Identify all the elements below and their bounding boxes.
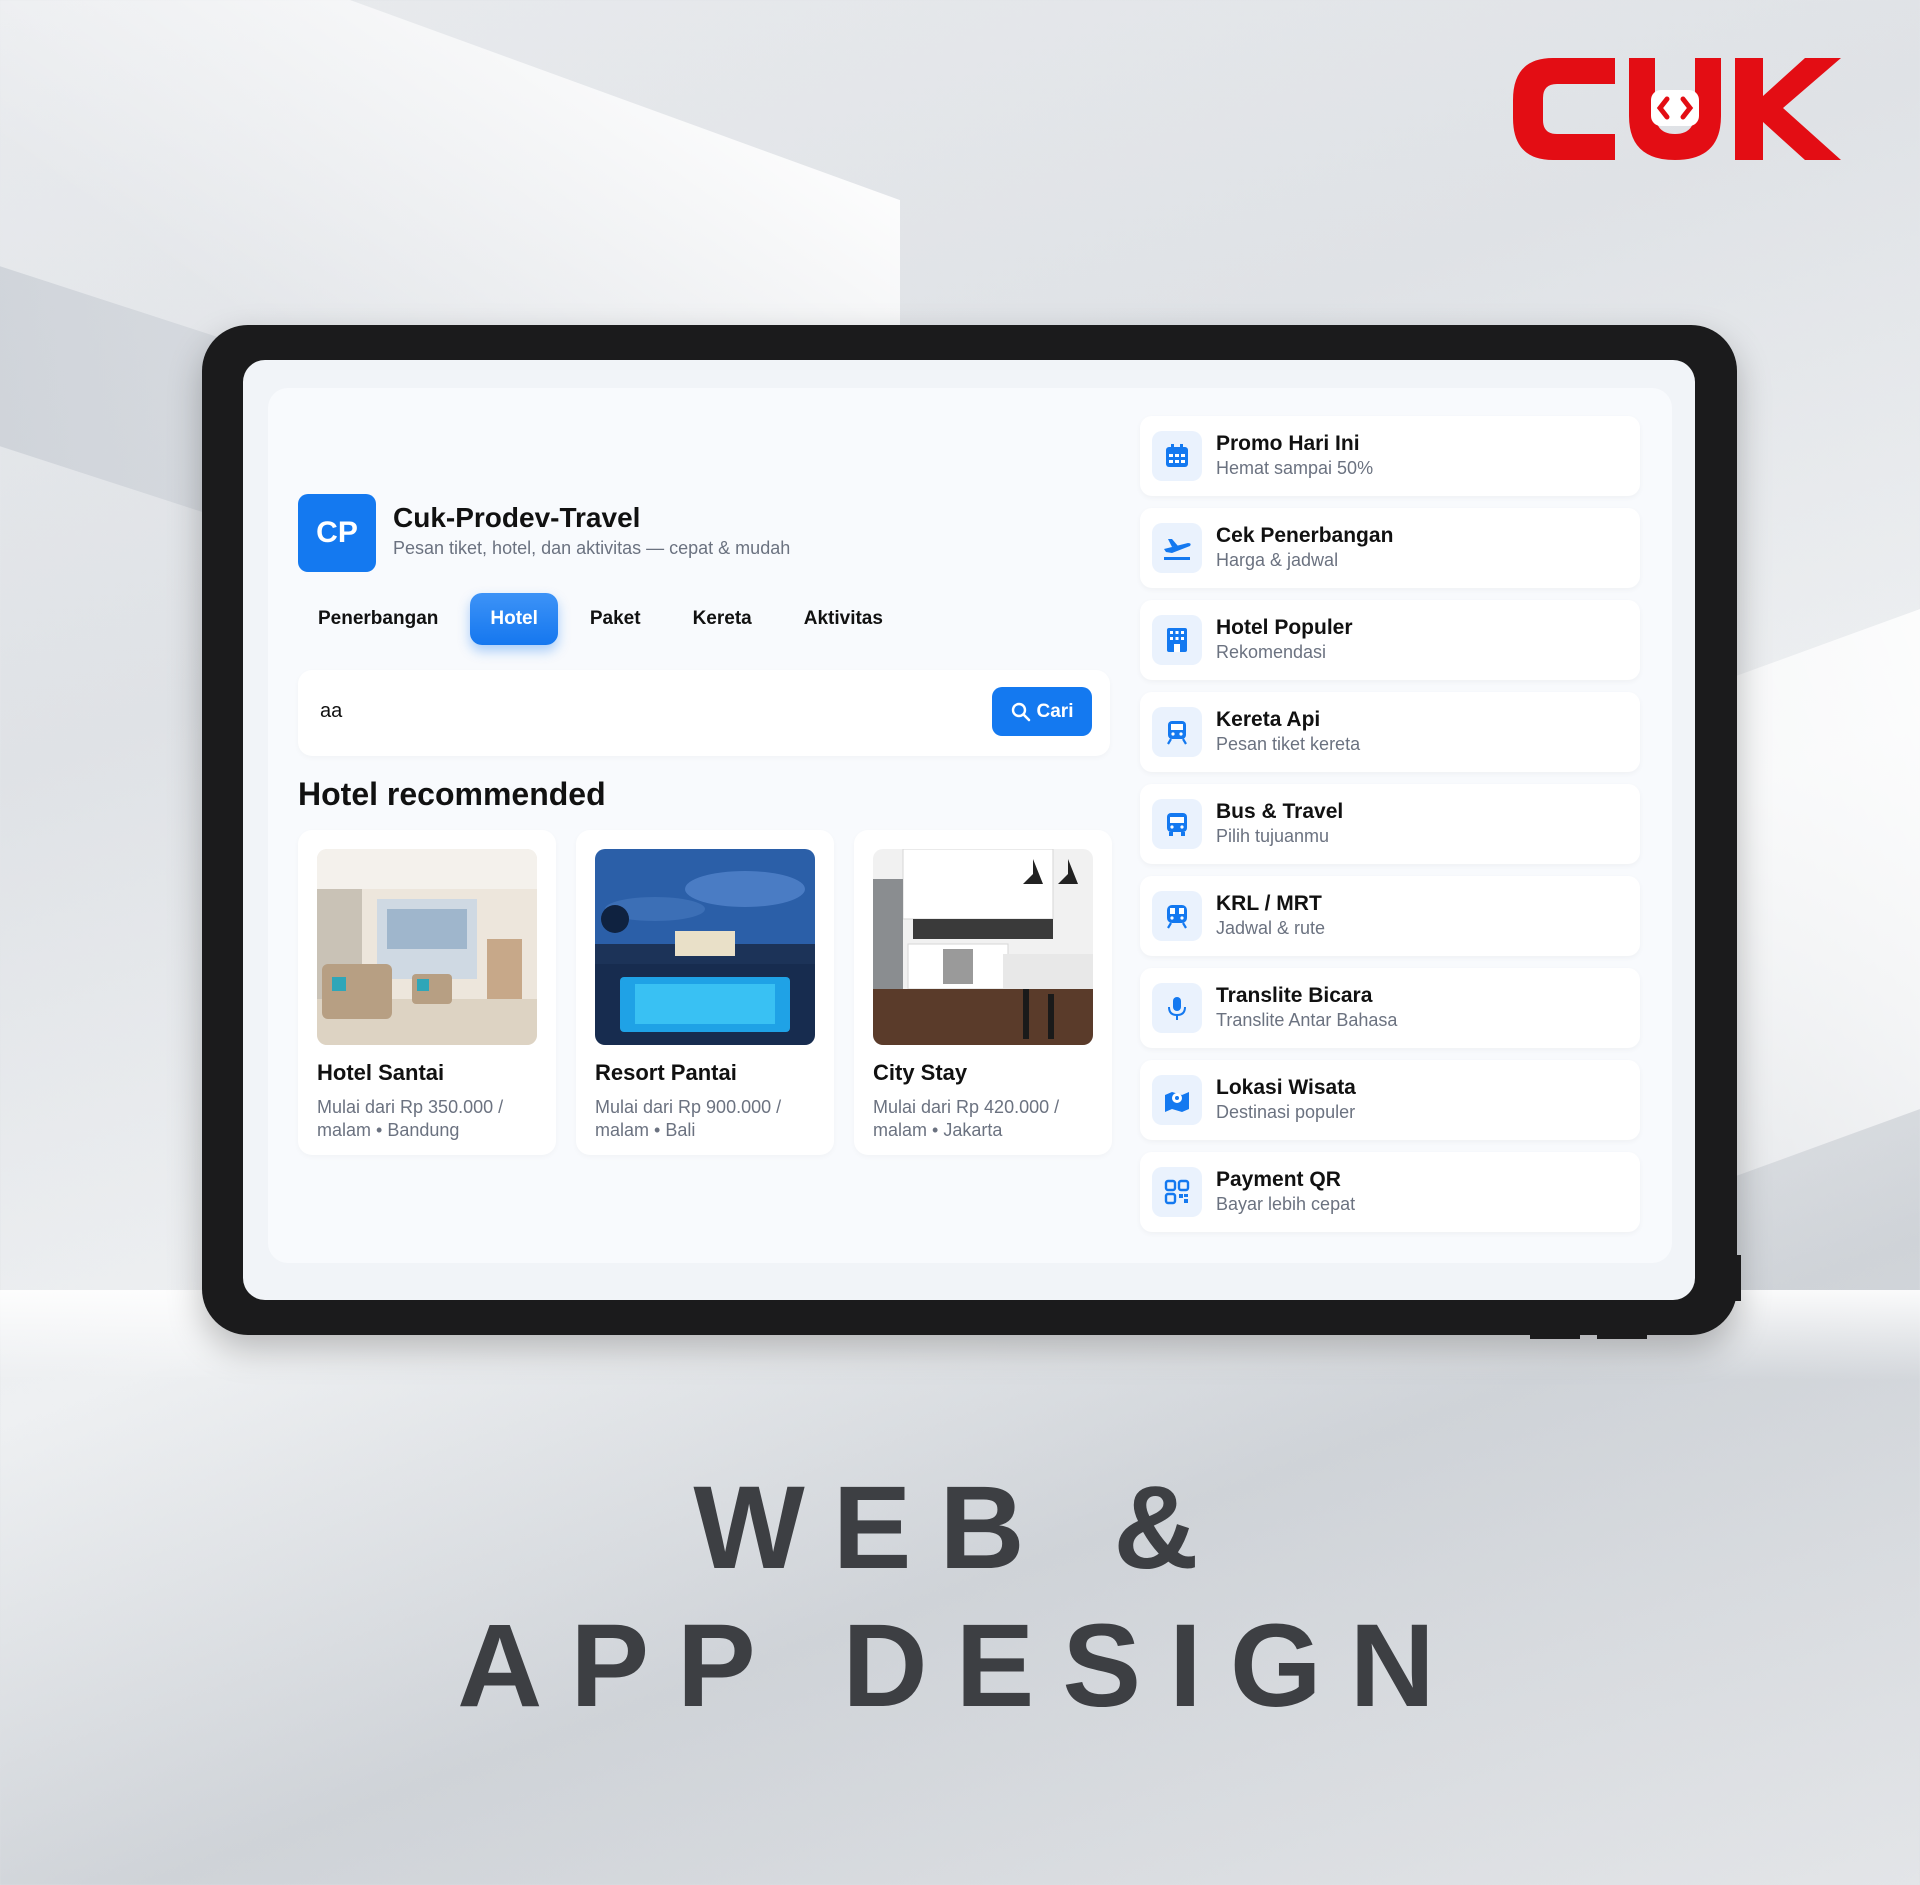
tab-penerbangan[interactable]: Penerbangan bbox=[298, 593, 458, 645]
menu-item-translate[interactable]: Translite Bicara Translite Antar Bahasa bbox=[1140, 968, 1640, 1048]
quick-menu: Promo Hari Ini Hemat sampai 50% Cek Pene… bbox=[1140, 416, 1640, 1244]
qr-code-icon bbox=[1152, 1167, 1202, 1217]
train-icon bbox=[1152, 707, 1202, 757]
menu-item-train[interactable]: Kereta Api Pesan tiket kereta bbox=[1140, 692, 1640, 772]
menu-item-subtitle: Hemat sampai 50% bbox=[1216, 458, 1374, 478]
menu-item-hotel[interactable]: Hotel Populer Rekomendasi bbox=[1140, 600, 1640, 680]
menu-item-title: Promo Hari Ini bbox=[1216, 432, 1360, 455]
search-icon bbox=[1011, 702, 1030, 721]
hotel-name: City Stay bbox=[873, 1060, 968, 1085]
tab-paket[interactable]: Paket bbox=[570, 593, 661, 645]
hotel-desc: Mulai dari Rp 900.000 / malam • Bali bbox=[595, 1097, 782, 1140]
hotel-image bbox=[317, 849, 537, 1045]
menu-item-title: Translite Bicara bbox=[1216, 984, 1373, 1007]
app-subtitle: Pesan tiket, hotel, dan aktivitas — cepa… bbox=[393, 538, 791, 558]
menu-item-location[interactable]: Lokasi Wisata Destinasi populer bbox=[1140, 1060, 1640, 1140]
hotel-desc: Mulai dari Rp 350.000 / malam • Bandung bbox=[317, 1097, 504, 1140]
menu-item-subtitle: Pilih tujuanmu bbox=[1216, 826, 1330, 846]
microphone-icon bbox=[1152, 983, 1202, 1033]
hotel-card[interactable]: Hotel Santai Mulai dari Rp 350.000 / mal… bbox=[298, 830, 556, 1155]
building-icon bbox=[1152, 615, 1202, 665]
menu-item-subtitle: Destinasi populer bbox=[1216, 1102, 1356, 1122]
section-title: Hotel recommended bbox=[298, 776, 606, 812]
tablet-screen: CP Cuk-Prodev-Travel Pesan tiket, hotel,… bbox=[243, 360, 1695, 1300]
tablet-power-button bbox=[1733, 1255, 1741, 1301]
menu-item-title: Hotel Populer bbox=[1216, 616, 1353, 639]
search-button[interactable]: Cari bbox=[992, 687, 1092, 736]
menu-item-flight[interactable]: Cek Penerbangan Harga & jadwal bbox=[1140, 508, 1640, 588]
brand-badge: CP bbox=[298, 494, 376, 572]
menu-item-title: Kereta Api bbox=[1216, 708, 1321, 731]
tablet-volume-button bbox=[1530, 1333, 1580, 1339]
menu-item-bus[interactable]: Bus & Travel Pilih tujuanmu bbox=[1140, 784, 1640, 864]
menu-item-krl[interactable]: KRL / MRT Jadwal & rute bbox=[1140, 876, 1640, 956]
menu-item-payment[interactable]: Payment QR Bayar lebih cepat bbox=[1140, 1152, 1640, 1232]
app-title: Cuk-Prodev-Travel bbox=[393, 502, 641, 533]
map-icon bbox=[1152, 1075, 1202, 1125]
cuk-logo bbox=[1513, 58, 1841, 160]
hotel-name: Hotel Santai bbox=[317, 1060, 445, 1085]
plane-icon bbox=[1152, 523, 1202, 573]
hotel-card[interactable]: Resort Pantai Mulai dari Rp 900.000 / ma… bbox=[576, 830, 834, 1155]
calendar-icon bbox=[1152, 431, 1202, 481]
hotel-name: Resort Pantai bbox=[595, 1060, 737, 1085]
search-bar: aa Cari bbox=[298, 670, 1110, 756]
headline-line-2: APP DESIGN bbox=[457, 1600, 1463, 1732]
menu-item-promo[interactable]: Promo Hari Ini Hemat sampai 50% bbox=[1140, 416, 1640, 496]
tab-aktivitas[interactable]: Aktivitas bbox=[784, 593, 903, 645]
menu-item-title: Payment QR bbox=[1216, 1168, 1341, 1191]
app-panel: CP Cuk-Prodev-Travel Pesan tiket, hotel,… bbox=[268, 388, 1672, 1263]
menu-item-subtitle: Harga & jadwal bbox=[1216, 550, 1339, 570]
subway-icon bbox=[1152, 891, 1202, 941]
search-input[interactable]: aa bbox=[320, 700, 342, 723]
menu-item-title: Cek Penerbangan bbox=[1216, 524, 1394, 547]
search-button-label: Cari bbox=[1036, 700, 1074, 722]
menu-item-subtitle: Rekomendasi bbox=[1216, 642, 1327, 662]
menu-item-subtitle: Pesan tiket kereta bbox=[1216, 734, 1361, 754]
tab-kereta[interactable]: Kereta bbox=[673, 593, 772, 645]
menu-item-title: KRL / MRT bbox=[1216, 892, 1322, 915]
menu-item-title: Bus & Travel bbox=[1216, 800, 1344, 823]
menu-item-title: Lokasi Wisata bbox=[1216, 1076, 1356, 1099]
headline-line-1: WEB & bbox=[693, 1462, 1227, 1594]
tablet-volume-button bbox=[1597, 1333, 1647, 1339]
tab-hotel[interactable]: Hotel bbox=[470, 593, 558, 645]
hotel-image bbox=[595, 849, 815, 1045]
bus-icon bbox=[1152, 799, 1202, 849]
hotel-cards: Hotel Santai Mulai dari Rp 350.000 / mal… bbox=[298, 830, 1112, 1155]
menu-item-subtitle: Jadwal & rute bbox=[1216, 918, 1326, 938]
menu-item-subtitle: Translite Antar Bahasa bbox=[1216, 1010, 1398, 1030]
hotel-image bbox=[873, 849, 1093, 1045]
category-tabs: Penerbangan Hotel Paket Kereta Aktivitas bbox=[298, 593, 915, 645]
hotel-card[interactable]: City Stay Mulai dari Rp 420.000 / malam … bbox=[854, 830, 1112, 1155]
hotel-desc: Mulai dari Rp 420.000 / malam • Jakarta bbox=[873, 1097, 1060, 1140]
menu-item-subtitle: Bayar lebih cepat bbox=[1216, 1194, 1356, 1214]
